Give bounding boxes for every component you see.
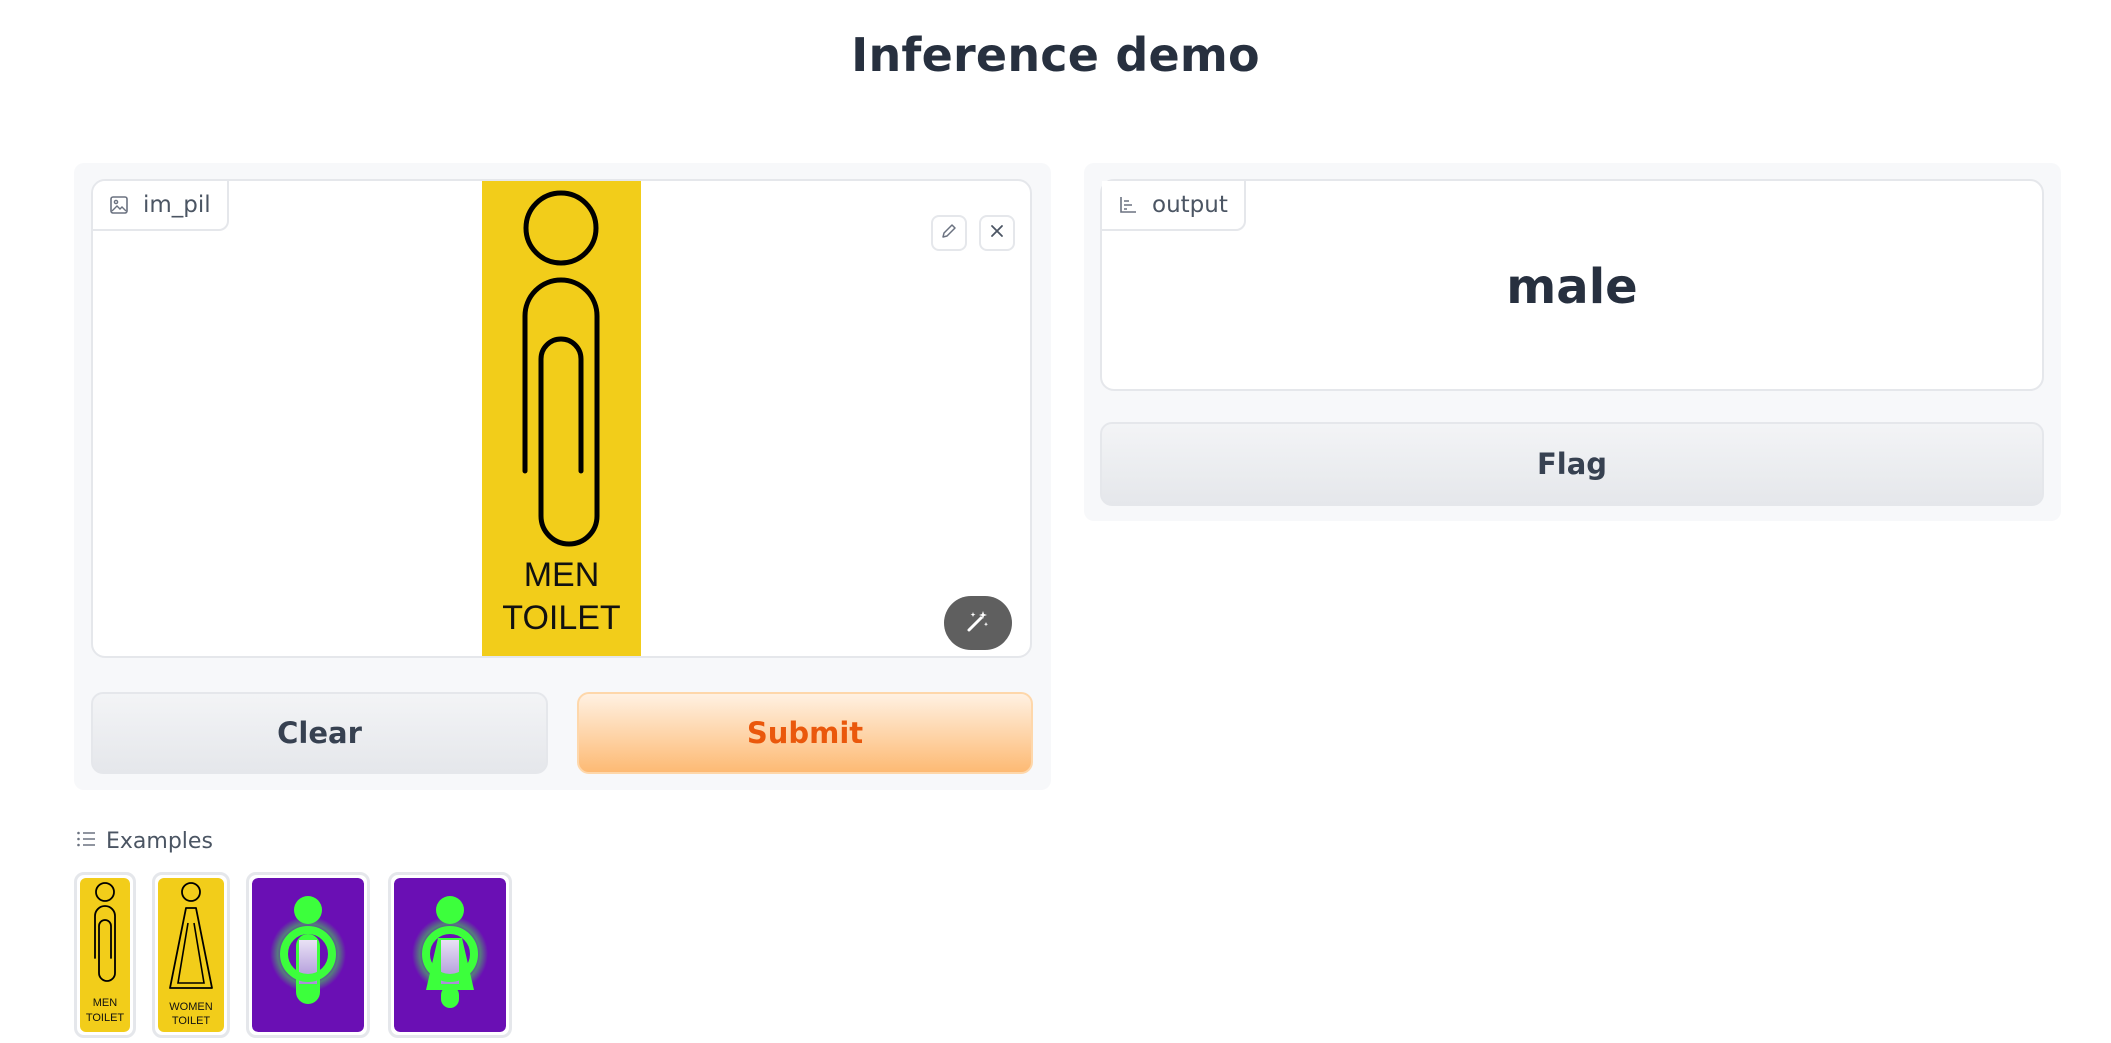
preview-text-line2: TOILET	[502, 599, 620, 637]
edit-image-button[interactable]	[931, 215, 967, 251]
output-box: output male	[1100, 179, 2044, 391]
magic-wand-icon	[965, 608, 991, 638]
list-icon	[76, 829, 96, 854]
examples-label: Examples	[106, 828, 213, 854]
predicted-label: male	[1506, 259, 1638, 315]
app-root: Inference demo im_pil MEN TOILET Clear S…	[0, 0, 2111, 1043]
pencil-icon	[940, 222, 958, 244]
flag-button[interactable]: Flag	[1100, 422, 2044, 506]
magic-wand-button[interactable]	[944, 596, 1012, 650]
output-label: output	[1152, 192, 1228, 218]
preview-text-line1: MEN	[524, 556, 600, 594]
close-icon	[989, 223, 1005, 243]
uploaded-image-preview: MEN TOILET	[482, 181, 641, 656]
clear-image-button[interactable]	[979, 215, 1015, 251]
input-label: im_pil	[143, 192, 211, 218]
example-women-line1: WOMEN	[169, 1001, 212, 1013]
output-panel: output male Flag	[1084, 163, 2061, 521]
input-panel: im_pil MEN TOILET Clear Submit	[74, 163, 1051, 790]
image-input-box[interactable]: im_pil MEN TOILET	[91, 179, 1032, 658]
example-thumbnail-purple-male[interactable]	[246, 872, 370, 1038]
example-thumbnail-women[interactable]: WOMEN TOILET	[152, 872, 230, 1038]
examples-heading: Examples	[76, 826, 213, 856]
submit-button[interactable]: Submit	[577, 692, 1033, 774]
input-label-tab: im_pil	[93, 181, 229, 231]
example-thumbnail-purple-female[interactable]	[388, 872, 512, 1038]
example-women-line2: TOILET	[172, 1015, 211, 1027]
output-label-tab: output	[1102, 181, 1246, 231]
example-thumbnail-men[interactable]: MEN TOILET	[74, 872, 136, 1038]
image-icon	[109, 195, 129, 215]
page-title: Inference demo	[851, 28, 1260, 82]
bar-chart-icon	[1118, 195, 1138, 215]
clear-button[interactable]: Clear	[91, 692, 548, 774]
example-men-line1: MEN	[93, 997, 118, 1009]
example-men-line2: TOILET	[86, 1012, 125, 1024]
